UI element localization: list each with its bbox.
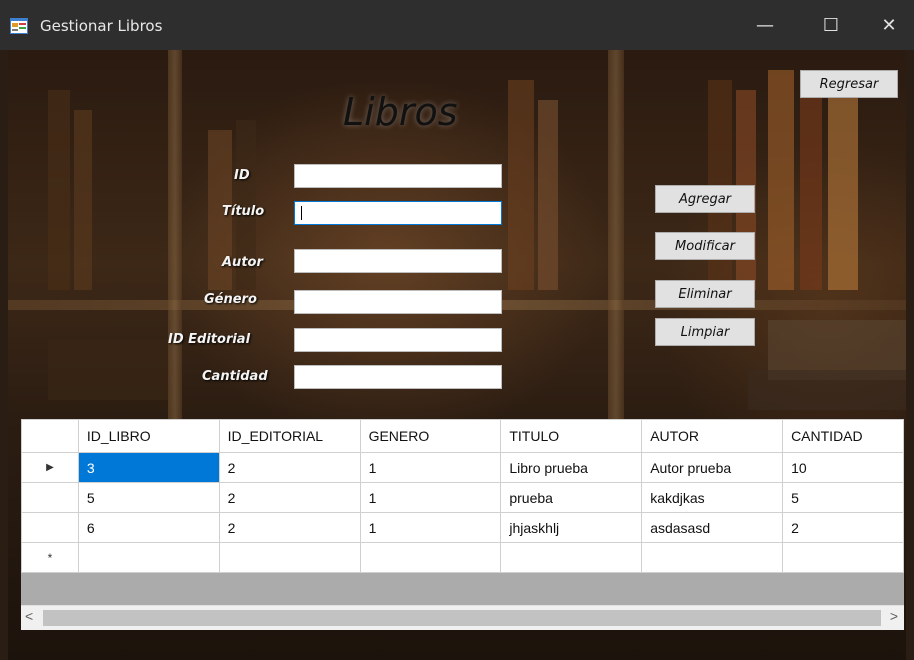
app-window: Gestionar Libros — ☐ ✕ Libros Regresar I… <box>0 0 914 660</box>
table-row[interactable]: 5 2 1 prueba kakdjkas 5 <box>21 482 904 513</box>
eliminar-label: Eliminar <box>678 286 732 302</box>
table-cell[interactable] <box>77 542 220 573</box>
table-cell[interactable]: 5 <box>782 482 904 513</box>
table-cell[interactable]: prueba <box>500 482 643 513</box>
minimize-icon: — <box>756 14 774 36</box>
new-row[interactable]: * <box>21 542 904 573</box>
limpiar-button[interactable]: Limpiar <box>655 318 755 346</box>
table-cell[interactable]: 2 <box>218 482 361 513</box>
table-cell[interactable] <box>782 542 904 573</box>
back-button-label: Regresar <box>819 76 879 92</box>
table-cell[interactable]: Autor prueba <box>641 452 784 483</box>
table-cell[interactable] <box>641 542 784 573</box>
column-header-cantidad[interactable]: CANTIDAD <box>782 419 904 453</box>
id-field[interactable] <box>294 164 502 188</box>
table-cell[interactable] <box>218 542 361 573</box>
modificar-label: Modificar <box>675 238 735 254</box>
maximize-button[interactable]: ☐ <box>808 0 854 50</box>
books-data-grid[interactable]: ID_LIBRO ID_EDITORIAL GENERO TITULO AUTO… <box>21 419 904 629</box>
modificar-button[interactable]: Modificar <box>655 232 755 260</box>
title-bar[interactable]: Gestionar Libros — ☐ ✕ <box>0 0 914 50</box>
form-client-area: Libros Regresar ID Título Autor Género I… <box>8 50 906 660</box>
table-cell[interactable]: 3 <box>77 452 220 483</box>
row-header[interactable] <box>21 512 79 543</box>
label-autor: Autor <box>222 255 263 270</box>
table-cell[interactable]: kakdjkas <box>641 482 784 513</box>
cantidad-field[interactable] <box>294 365 502 389</box>
column-header-id-editorial[interactable]: ID_EDITORIAL <box>218 419 361 453</box>
column-header-autor[interactable]: AUTOR <box>641 419 784 453</box>
id-editorial-field[interactable] <box>294 328 502 352</box>
table-cell[interactable]: Libro prueba <box>500 452 643 483</box>
form-window-icon <box>10 18 28 34</box>
table-cell[interactable]: 10 <box>782 452 904 483</box>
agregar-button[interactable]: Agregar <box>655 185 755 213</box>
scroll-right-icon[interactable]: > <box>890 608 898 624</box>
window-title: Gestionar Libros <box>40 17 163 35</box>
minimize-button[interactable]: — <box>742 0 788 50</box>
table-header-row: ID_LIBRO ID_EDITORIAL GENERO TITULO AUTO… <box>21 419 904 453</box>
current-row-icon[interactable]: ▶ <box>21 452 79 483</box>
scroll-left-icon[interactable]: < <box>25 608 33 624</box>
table-cell[interactable]: 5 <box>77 482 220 513</box>
table-cell[interactable] <box>500 542 643 573</box>
autor-field[interactable] <box>294 249 502 273</box>
new-row-icon[interactable]: * <box>21 542 79 573</box>
column-header-titulo[interactable]: TITULO <box>500 419 643 453</box>
label-id: ID <box>234 168 250 183</box>
table-cell[interactable]: 1 <box>359 452 502 483</box>
table-cell[interactable]: jhjaskhlj <box>500 512 643 543</box>
limpiar-label: Limpiar <box>680 324 730 340</box>
scrollbar-thumb[interactable] <box>43 610 881 626</box>
row-header[interactable] <box>21 482 79 513</box>
label-cantidad: Cantidad <box>202 369 268 384</box>
agregar-label: Agregar <box>678 191 732 207</box>
table-cell[interactable] <box>359 542 502 573</box>
text-caret <box>301 206 302 220</box>
column-header-genero[interactable]: GENERO <box>359 419 502 453</box>
label-titulo: Título <box>222 204 265 219</box>
table-cell[interactable]: 2 <box>218 452 361 483</box>
table-cell[interactable]: 6 <box>77 512 220 543</box>
close-button[interactable]: ✕ <box>866 0 912 50</box>
table-cell[interactable]: 2 <box>782 512 904 543</box>
maximize-icon: ☐ <box>822 14 840 36</box>
table-row[interactable]: ▶ 3 2 1 Libro prueba Autor prueba 10 <box>21 452 904 483</box>
table-cell[interactable]: 1 <box>359 482 502 513</box>
table-cell[interactable]: 1 <box>359 512 502 543</box>
back-button[interactable]: Regresar <box>800 70 898 98</box>
genero-field[interactable] <box>294 290 502 314</box>
page-title: Libros <box>343 90 458 134</box>
close-icon: ✕ <box>881 14 897 36</box>
horizontal-scrollbar[interactable]: < > <box>21 605 904 630</box>
eliminar-button[interactable]: Eliminar <box>655 280 755 308</box>
table-cell[interactable]: 2 <box>218 512 361 543</box>
books-table: ID_LIBRO ID_EDITORIAL GENERO TITULO AUTO… <box>21 419 904 573</box>
table-cell[interactable]: asdasasd <box>641 512 784 543</box>
table-row[interactable]: 6 2 1 jhjaskhlj asdasasd 2 <box>21 512 904 543</box>
label-genero: Género <box>204 292 257 307</box>
label-id-editorial: ID Editorial <box>168 332 251 347</box>
column-header-id-libro[interactable]: ID_LIBRO <box>77 419 220 453</box>
titulo-field[interactable] <box>294 201 502 225</box>
row-header-corner <box>21 419 79 453</box>
